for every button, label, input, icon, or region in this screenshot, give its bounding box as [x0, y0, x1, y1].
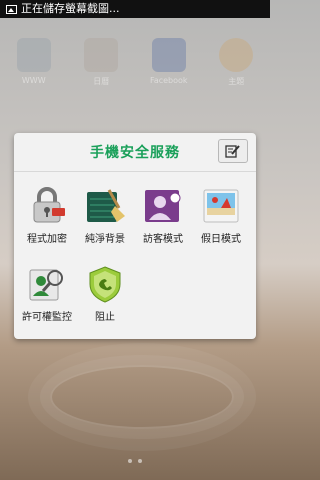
app-label: 假日模式: [201, 234, 241, 245]
app-label: 訪客模式: [143, 234, 183, 245]
status-bar: 正在儲存螢幕截圖...: [0, 0, 270, 18]
page-indicator: [0, 448, 270, 467]
status-notification-text: 正在儲存螢幕截圖...: [21, 2, 120, 15]
clean-background-icon: [85, 186, 125, 226]
bg-app: Facebook: [139, 38, 199, 86]
phone-security-dialog: 手機安全服務 程式加密 純淨背景 訪客模式 假日模式 許可權監控 阻止: [14, 133, 256, 339]
app-label: 阻止: [95, 312, 115, 323]
permission-monitor-icon: [27, 264, 67, 304]
clean-background-item[interactable]: 純淨背景: [76, 180, 134, 258]
dialog-header: 手機安全服務: [14, 133, 256, 172]
holiday-mode-icon: [201, 186, 241, 226]
block-item[interactable]: 阻止: [76, 258, 134, 336]
bg-app: 主題: [206, 38, 266, 86]
app-label: 純淨背景: [85, 234, 125, 245]
image-notification-icon: [6, 4, 17, 14]
block-shield-icon: [85, 264, 125, 304]
wallpaper-ripple: [50, 365, 234, 429]
bg-app: 日曆: [71, 38, 131, 86]
padlock-app-icon: [27, 186, 67, 226]
edit-icon: [225, 145, 240, 158]
app-grid: 程式加密 純淨背景 訪客模式 假日模式 許可權監控 阻止: [14, 172, 256, 336]
app-label: 程式加密: [27, 234, 67, 245]
home-screen-background: WWW 日曆 Facebook 主題: [0, 38, 270, 106]
bg-app: WWW: [4, 38, 64, 86]
permission-monitor-item[interactable]: 許可權監控: [18, 258, 76, 336]
app-lock-item[interactable]: 程式加密: [18, 180, 76, 258]
guest-mode-item[interactable]: 訪客模式: [134, 180, 192, 258]
guest-mode-icon: [143, 186, 183, 226]
edit-button[interactable]: [218, 139, 248, 163]
holiday-mode-item[interactable]: 假日模式: [192, 180, 250, 258]
dialog-title: 手機安全服務: [90, 145, 180, 161]
app-label: 許可權監控: [22, 312, 72, 323]
